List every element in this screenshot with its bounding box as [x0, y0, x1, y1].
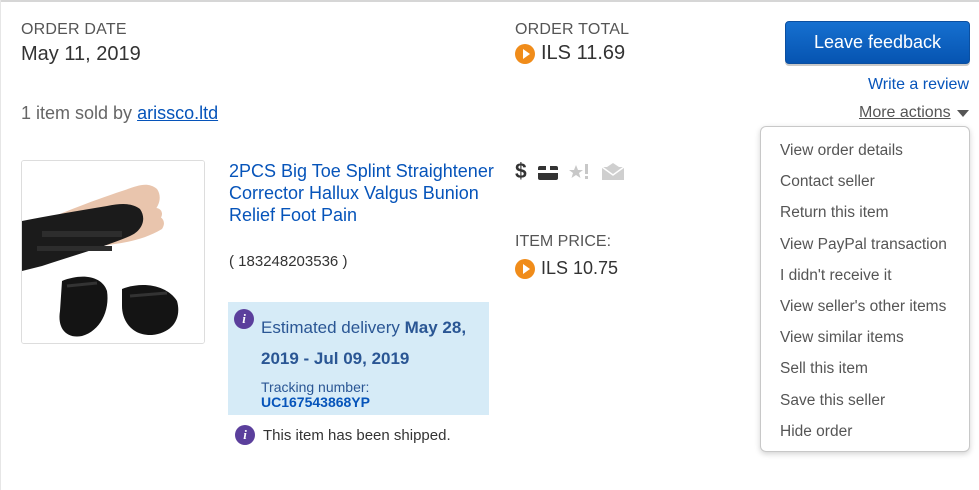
- ebay-money-back-icon: [515, 43, 535, 64]
- order-date: ORDER DATE May 11, 2019: [21, 21, 141, 66]
- shipped-status: i This item has been shipped.: [235, 425, 451, 445]
- item-title-link[interactable]: 2PCS Big Toe Splint Straightener Correct…: [229, 160, 499, 226]
- item-price-value: ILS 10.75: [541, 258, 619, 278]
- left-divider: [0, 0, 1, 490]
- order-date-value: May 11, 2019: [21, 43, 141, 65]
- order-total-label: ORDER TOTAL: [515, 21, 630, 38]
- ebay-money-back-icon: [515, 258, 535, 279]
- status-icons: $: [515, 160, 625, 184]
- leave-feedback-button[interactable]: Leave feedback: [785, 21, 970, 64]
- top-divider: [0, 0, 979, 2]
- menu-item-return-item[interactable]: Return this item: [761, 197, 969, 228]
- more-actions-label: More actions: [859, 104, 951, 121]
- item-thumbnail[interactable]: [21, 160, 205, 344]
- star-feedback-icon: [568, 164, 588, 179]
- menu-item-similar-items[interactable]: View similar items: [761, 322, 969, 353]
- order-date-label: ORDER DATE: [21, 21, 127, 38]
- menu-item-save-seller[interactable]: Save this seller: [761, 385, 969, 416]
- caret-down-icon: [956, 109, 969, 117]
- shipped-text: This item has been shipped.: [263, 426, 451, 444]
- dollar-icon: $: [515, 160, 527, 183]
- estimated-delivery: Estimated delivery May 28, 2019 - Jul 09…: [261, 312, 487, 374]
- menu-item-seller-other-items[interactable]: View seller's other items: [761, 291, 969, 322]
- tracking-label: Tracking number:: [261, 379, 370, 395]
- item-price: ILS 10.75: [515, 258, 618, 279]
- info-icon: i: [234, 309, 254, 329]
- info-icon: i: [235, 425, 255, 445]
- menu-item-sell-this-item[interactable]: Sell this item: [761, 353, 969, 384]
- order-total: ORDER TOTAL ILS 11.69: [515, 21, 629, 65]
- write-review-link[interactable]: Write a review: [868, 76, 969, 94]
- menu-item-view-order-details[interactable]: View order details: [761, 135, 969, 166]
- delivery-info-box: i Estimated delivery May 28, 2019 - Jul …: [228, 302, 489, 415]
- package-icon: [537, 166, 558, 180]
- menu-item-view-paypal-transaction[interactable]: View PayPal transaction: [761, 229, 969, 260]
- seller-link[interactable]: arissco.ltd: [137, 103, 218, 123]
- menu-item-didnt-receive[interactable]: I didn't receive it: [761, 260, 969, 291]
- order-total-value: ILS 11.69: [541, 42, 626, 64]
- menu-item-hide-order[interactable]: Hide order: [761, 416, 969, 447]
- estimated-delivery-label: Estimated delivery: [261, 318, 405, 337]
- item-number: ( 183248203536 ): [229, 253, 348, 270]
- menu-item-contact-seller[interactable]: Contact seller: [761, 166, 969, 197]
- item-price-label: ITEM PRICE:: [515, 233, 612, 250]
- more-actions-button[interactable]: More actions: [859, 104, 969, 122]
- toe-splint-image: [22, 161, 204, 343]
- more-actions-menu: View order details Contact seller Return…: [760, 126, 970, 452]
- mail-icon: [601, 163, 625, 180]
- sold-by-prefix: 1 item sold by: [21, 103, 138, 123]
- tracking-number-link[interactable]: UC167543868YP: [261, 394, 370, 410]
- sold-by: 1 item sold by arissco.ltd: [21, 103, 218, 124]
